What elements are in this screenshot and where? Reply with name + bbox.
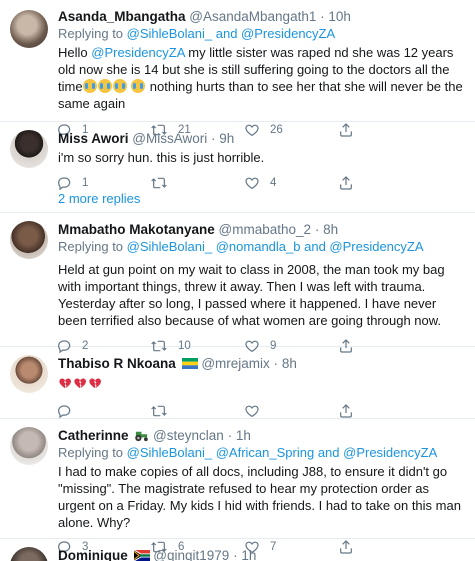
- share-icon: [340, 176, 352, 190]
- author-handle[interactable]: @MissAwori: [132, 131, 207, 146]
- share-button[interactable]: [338, 403, 378, 419]
- author-name[interactable]: Asanda_Mbangatha: [58, 9, 186, 24]
- replying-to: Replying to @SihleBolani_ @African_Sprin…: [58, 444, 467, 461]
- author-name[interactable]: Catherinne: [58, 428, 129, 443]
- avatar[interactable]: [10, 547, 48, 561]
- author-name[interactable]: Miss Awori: [58, 131, 129, 146]
- replying-to-prefix: Replying to: [58, 239, 127, 254]
- retweet-icon: [151, 405, 167, 417]
- tweet-text: Held at gun point on my wait to class in…: [58, 262, 445, 328]
- south-africa-flag-icon: [133, 550, 150, 561]
- reply-icon: [58, 405, 71, 419]
- tweet-actions: 1 4: [56, 168, 467, 198]
- reply-feed: Asanda_Mbangatha @AsandaMbangath1 · 10h …: [0, 0, 475, 561]
- like-icon: [245, 405, 259, 418]
- timestamp[interactable]: 10h: [328, 9, 351, 24]
- replying-to: Replying to @SihleBolani_ @nomandla_b an…: [58, 238, 467, 255]
- tweet-text: [58, 375, 467, 392]
- timestamp[interactable]: 8h: [282, 356, 297, 371]
- broken-heart-icon: [59, 378, 71, 389]
- tweet-header: Miss Awori @MissAwori · 9h: [58, 130, 467, 147]
- tweet-header: Asanda_Mbangatha @AsandaMbangath1 · 10h: [58, 8, 467, 25]
- avatar[interactable]: [10, 355, 48, 393]
- gabon-flag-icon: [181, 358, 198, 369]
- tweet-header: Dominique @qinqit1979 · 1h: [58, 547, 467, 561]
- reply-button[interactable]: [56, 403, 150, 419]
- mention-link[interactable]: @PresidencyZA: [91, 45, 184, 60]
- tweet-header: Mmabatho Makotanyane @mmabatho_2 · 8h: [58, 221, 467, 238]
- author-name[interactable]: Thabiso R Nkoana: [58, 356, 176, 371]
- author-handle[interactable]: @steynclan: [153, 428, 224, 443]
- tractor-icon: [135, 431, 149, 442]
- broken-heart-icon: [89, 378, 101, 389]
- tweet-mmabatho[interactable]: Mmabatho Makotanyane @mmabatho_2 · 8h Re…: [0, 213, 475, 354]
- separator-dot: ·: [211, 131, 216, 146]
- author-handle[interactable]: @qinqit1979: [153, 548, 229, 561]
- reply-icon: [58, 177, 71, 191]
- share-button[interactable]: [338, 175, 378, 191]
- timestamp[interactable]: 1h: [241, 548, 256, 561]
- like-icon: [245, 177, 259, 190]
- timestamp[interactable]: 8h: [323, 222, 338, 237]
- broken-heart-icon: [74, 378, 86, 389]
- text-prefix: Hello: [58, 45, 92, 60]
- avatar[interactable]: [10, 221, 48, 259]
- timestamp[interactable]: 1h: [236, 428, 251, 443]
- tweet-text: i'm so sorry hun. this is just horrible.: [58, 150, 265, 165]
- crying-face-icon: [97, 79, 112, 93]
- reply-count: 1: [82, 177, 89, 189]
- separator-dot: ·: [233, 548, 238, 561]
- tweet-asanda[interactable]: Asanda_Mbangatha @AsandaMbangath1 · 10h …: [0, 0, 475, 138]
- retweet-icon: [151, 177, 167, 189]
- crying-face-icon: [82, 79, 97, 93]
- crying-face-icon: [112, 79, 127, 93]
- replying-to-mentions[interactable]: @SihleBolani_ @nomandla_b and @Presidenc…: [127, 239, 424, 254]
- tweet-text: I had to make copies of all docs, includ…: [58, 464, 461, 530]
- crying-face-icon: [131, 79, 146, 93]
- avatar[interactable]: [10, 130, 48, 168]
- replying-to-mentions[interactable]: @SihleBolani_ and @PresidencyZA: [127, 26, 336, 41]
- like-count: 4: [270, 177, 277, 189]
- author-handle[interactable]: @AsandaMbangath1: [189, 9, 316, 24]
- tweet-dominique[interactable]: Dominique @qinqit1979 · 1h: [0, 539, 475, 561]
- author-name[interactable]: Mmabatho Makotanyane: [58, 222, 215, 237]
- share-icon: [340, 404, 352, 418]
- replying-to-mentions[interactable]: @SihleBolani_ @African_Spring and @Presi…: [127, 445, 438, 460]
- tweet-text: Hello @PresidencyZA my little sister was…: [58, 44, 467, 112]
- avatar[interactable]: [10, 427, 48, 465]
- tweet-thabiso[interactable]: Thabiso R Nkoana @mrejamix · 8h: [0, 347, 475, 419]
- timestamp[interactable]: 9h: [219, 131, 234, 146]
- retweet-button[interactable]: [150, 403, 244, 419]
- tweet-header: Thabiso R Nkoana @mrejamix · 8h: [58, 355, 467, 372]
- separator-dot: ·: [273, 356, 279, 371]
- separator-dot: ·: [314, 222, 320, 237]
- replying-to-prefix: Replying to: [58, 26, 127, 41]
- separator-dot: ·: [320, 9, 325, 24]
- tweet-catherinne[interactable]: Catherinne @steynclan · 1h Replying to @…: [0, 419, 475, 555]
- tweet-header: Catherinne @steynclan · 1h: [58, 427, 467, 444]
- like-button[interactable]: 4: [244, 175, 338, 191]
- separator-dot: ·: [227, 428, 233, 443]
- replying-to-prefix: Replying to: [58, 445, 127, 460]
- tweet-miss-awori[interactable]: Miss Awori @MissAwori · 9h i'm so sorry …: [0, 122, 475, 191]
- author-handle[interactable]: @mmabatho_2: [219, 222, 312, 237]
- like-button[interactable]: [244, 403, 338, 419]
- replying-to: Replying to @SihleBolani_ and @Presidenc…: [58, 25, 467, 42]
- author-name[interactable]: Dominique: [58, 548, 128, 561]
- author-handle[interactable]: @mrejamix: [201, 356, 269, 371]
- retweet-button[interactable]: [150, 175, 244, 191]
- reply-button[interactable]: 1: [56, 175, 150, 191]
- avatar[interactable]: [10, 10, 48, 48]
